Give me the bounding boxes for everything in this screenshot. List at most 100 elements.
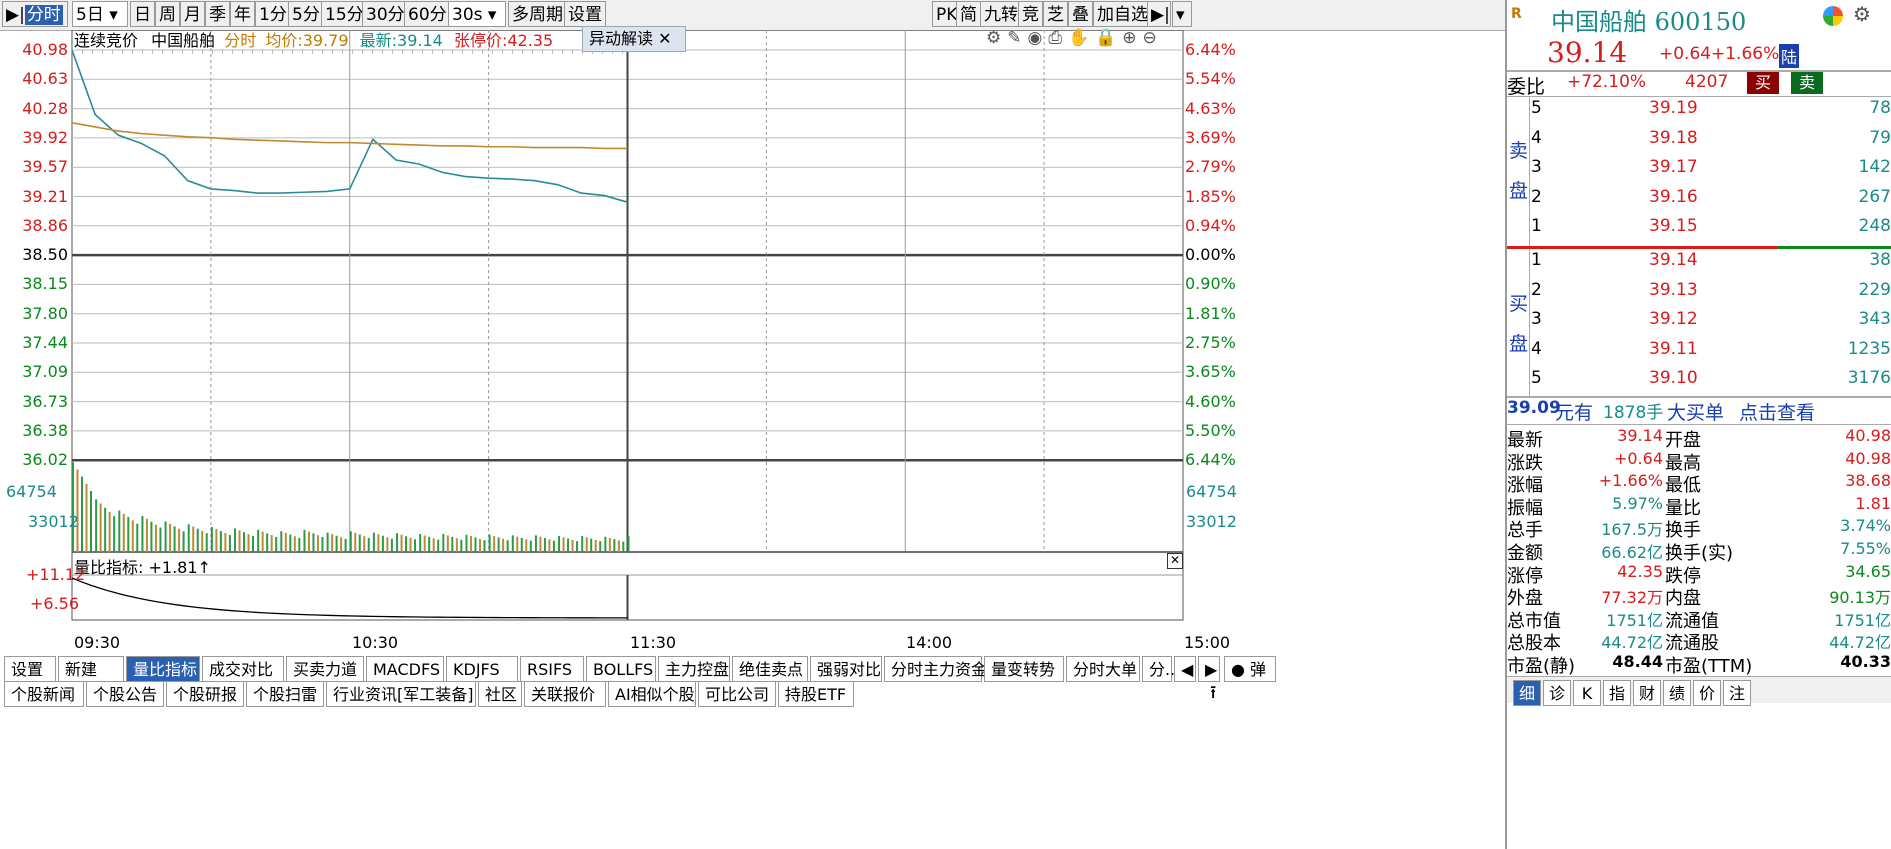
volume-bar xyxy=(511,535,514,552)
chart-header: 连续竞价 中国船舶 分时 均价:39.79 最新:39.14 张停价:42.35 xyxy=(74,28,553,54)
stat-row: 振幅 5.97% 量比 1.81 xyxy=(1507,493,1891,519)
toolbar-item-30s[interactable]: 30s ▾ xyxy=(448,1,506,27)
gear-icon[interactable]: ⚙ xyxy=(986,28,1007,48)
volume-bar xyxy=(270,535,273,552)
collapse-icon[interactable]: ▶| xyxy=(1147,1,1171,27)
bids-row[interactable]: 2 39.13 229 xyxy=(1529,280,1891,308)
asks-row[interactable]: 5 39.19 78 xyxy=(1529,98,1891,126)
stock-title: 中国船舶 600150 xyxy=(1551,8,1747,36)
limit-value: 42.35 xyxy=(507,31,554,50)
gear-icon[interactable]: ⚙ xyxy=(1853,2,1871,26)
color-wheel-icon[interactable] xyxy=(1823,6,1843,26)
panel-tab[interactable]: 细 xyxy=(1513,680,1541,706)
volume-bar xyxy=(525,539,528,552)
bids-level: 5 xyxy=(1531,368,1542,388)
toolbar-item-5day[interactable]: 5日 ▾ xyxy=(72,1,128,27)
bids-row[interactable]: 3 39.12 343 xyxy=(1529,309,1891,337)
toolbar-nine-turn[interactable]: 九转 xyxy=(980,1,1022,27)
panel-tab[interactable]: K xyxy=(1573,680,1601,706)
stat-row: 外盘 77.32万 内盘 90.13万 xyxy=(1507,584,1891,609)
toolbar-item-60min[interactable]: 60分 xyxy=(404,1,451,27)
toolbar-add-favorite[interactable]: 加自选 xyxy=(1093,1,1152,27)
news-tab[interactable]: 个股研报 xyxy=(166,681,244,707)
asks-row[interactable]: 2 39.16 267 xyxy=(1529,187,1891,215)
news-tab[interactable]: 可比公司 xyxy=(698,681,776,707)
zoom-in-icon[interactable]: ⊕ xyxy=(1122,28,1142,48)
toolbar-item-1min[interactable]: 1分 xyxy=(255,1,291,27)
toolbar-item-fenshi[interactable]: ▶| 分时 xyxy=(2,1,68,27)
bids-row[interactable]: 1 39.14 38 xyxy=(1529,250,1891,278)
anomaly-button[interactable]: 异动解读 ✕ xyxy=(582,26,686,52)
news-tab[interactable]: 个股公告 xyxy=(86,681,164,707)
asks-row[interactable]: 1 39.15 248 xyxy=(1529,216,1891,244)
toolbar-item-5min[interactable]: 5分 xyxy=(288,1,324,27)
chevron-down-icon[interactable]: ▾ xyxy=(1172,1,1192,27)
toolbar-item-day[interactable]: 日 xyxy=(130,1,155,27)
pen-icon[interactable]: ✎ xyxy=(1007,28,1027,48)
news-tab[interactable]: AI相似个股 xyxy=(608,681,696,707)
volume-bar xyxy=(340,537,343,552)
bids-level: 3 xyxy=(1531,309,1542,329)
news-tab[interactable]: 个股扫雷 xyxy=(246,681,324,707)
news-tab[interactable]: 个股新闻 xyxy=(4,681,84,707)
panel-tab[interactable]: 诊 xyxy=(1543,680,1571,706)
volume-bar xyxy=(558,536,561,552)
panel-tab[interactable]: 注 xyxy=(1723,680,1751,706)
percent-tick: 5.50% xyxy=(1185,420,1236,440)
bids-volume: 229 xyxy=(1858,279,1891,300)
view-big-order-link[interactable]: 点击查看 xyxy=(1739,398,1815,425)
asks-price: 39.19 xyxy=(1649,98,1698,118)
panel-tab[interactable]: 财 xyxy=(1633,680,1661,706)
toolbar-auction[interactable]: 竞 xyxy=(1018,1,1043,27)
asks-row[interactable]: 3 39.17 142 xyxy=(1529,157,1891,185)
buy-button[interactable]: 买 xyxy=(1747,72,1779,94)
panel-tabs: 细诊K指财绩价注 xyxy=(1507,676,1891,706)
zoom-out-icon[interactable]: ⊖ xyxy=(1143,28,1163,48)
bids-volume: 1235 xyxy=(1847,338,1891,359)
toolbar-item-season[interactable]: 季 xyxy=(205,1,230,27)
bids-row[interactable]: 5 39.10 3176 xyxy=(1529,368,1891,396)
asks-price: 39.17 xyxy=(1649,157,1698,177)
bids-price: 39.14 xyxy=(1649,250,1698,270)
toolbar-item-15min[interactable]: 15分 xyxy=(321,1,368,27)
news-tab[interactable]: 关联报价 xyxy=(524,681,606,707)
toolbar-item-settings[interactable]: 设置 xyxy=(564,1,606,27)
spread-bar-red xyxy=(1507,246,1777,249)
print-icon[interactable]: ⎙ xyxy=(1048,28,1068,48)
pin-icon: ▶| xyxy=(6,5,25,25)
chart-canvas xyxy=(71,30,1184,621)
sell-button[interactable]: 卖 xyxy=(1791,72,1823,94)
stat-value: 90.13万 xyxy=(1829,588,1891,608)
toolbar-item-year[interactable]: 年 xyxy=(230,1,255,27)
time-label-1130: 11:30 xyxy=(630,633,677,652)
hand-icon[interactable]: ✋ xyxy=(1068,28,1095,48)
stat-value: 1.81 xyxy=(1855,493,1891,513)
volume-bar xyxy=(316,535,319,552)
panel-tab[interactable]: 价 xyxy=(1693,680,1721,706)
toolbar-item-month[interactable]: 月 xyxy=(180,1,205,27)
panel-tab[interactable]: 绩 xyxy=(1663,680,1691,706)
news-tab[interactable]: 社区 xyxy=(478,681,522,707)
volume-bar xyxy=(257,529,260,552)
toolbar-simple[interactable]: 简 xyxy=(956,1,981,27)
news-tab[interactable]: 行业资讯[军工装备] xyxy=(326,681,476,707)
toolbar-item-30min[interactable]: 30分 xyxy=(362,1,409,27)
scroll-top-icon[interactable]: ⭱ xyxy=(1210,680,1216,710)
volume-bar xyxy=(423,535,426,552)
asks-row[interactable]: 4 39.18 79 xyxy=(1529,128,1891,156)
limit-label: 张停价: xyxy=(453,31,508,50)
close-icon[interactable]: ✕ xyxy=(658,29,671,48)
volume-bar xyxy=(178,528,181,552)
volume-bar xyxy=(497,537,500,552)
bids-row[interactable]: 4 39.11 1235 xyxy=(1529,339,1891,367)
lock-icon[interactable]: 🔒 xyxy=(1095,28,1122,48)
toolbar-item-week[interactable]: 周 xyxy=(155,1,180,27)
eye-icon[interactable]: ◉ xyxy=(1028,28,1049,48)
close-icon[interactable]: ✕ xyxy=(1167,553,1183,569)
panel-tab[interactable]: 指 xyxy=(1603,680,1631,706)
toolbar-zhi[interactable]: 芝 xyxy=(1043,1,1068,27)
stat-value: 38.68 xyxy=(1845,471,1891,491)
toolbar-item-multi[interactable]: 多周期 xyxy=(508,1,567,27)
toolbar-overlay[interactable]: 叠 xyxy=(1068,1,1093,27)
news-tab[interactable]: 持股ETF xyxy=(778,681,854,707)
